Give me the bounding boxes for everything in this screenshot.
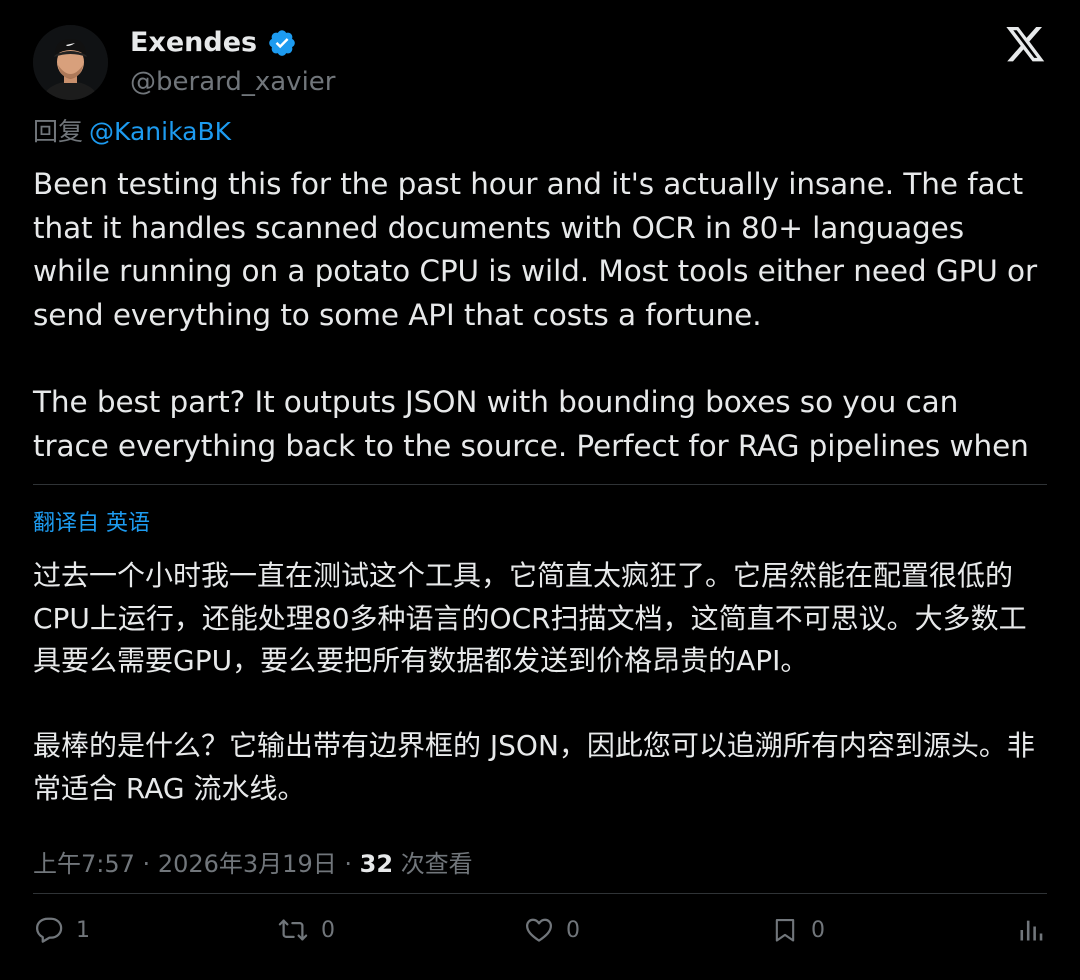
like-button[interactable]: 0	[524, 907, 580, 953]
translated-paragraph: 最棒的是什么？它输出带有边界框的 JSON，因此您可以追溯所有内容到源头。非常适…	[33, 729, 1035, 805]
repost-button[interactable]: 0	[277, 907, 335, 953]
divider	[33, 893, 1047, 894]
reply-icon	[34, 915, 64, 945]
tweet-paragraph: The best part? It outputs JSON with boun…	[33, 384, 1029, 463]
reply-button[interactable]: 1	[34, 907, 90, 953]
views-label: 次查看	[400, 850, 473, 878]
reply-mention-link[interactable]: @KanikaBK	[89, 117, 231, 146]
repost-icon	[277, 915, 309, 945]
analytics-button[interactable]	[1017, 907, 1045, 953]
like-count: 0	[566, 917, 580, 943]
tweet-text: Been testing this for the past hour and …	[33, 163, 1043, 468]
translated-paragraph: 过去一个小时我一直在测试这个工具，它简直太疯狂了。它居然能在配置很低的CPU上运…	[33, 559, 1027, 677]
display-name-text[interactable]: Exendes	[130, 27, 257, 58]
author-handle[interactable]: @berard_xavier	[130, 67, 335, 97]
repost-count: 0	[321, 917, 335, 943]
reply-count: 1	[76, 917, 90, 943]
author-name[interactable]: Exendes	[130, 27, 297, 58]
reply-context: 回复 @KanikaBK	[33, 112, 231, 148]
meta-separator: ·	[142, 850, 151, 878]
x-logo-icon[interactable]	[1006, 27, 1046, 63]
tweet-date[interactable]: 2026年3月19日	[158, 850, 337, 878]
avatar[interactable]	[33, 25, 108, 100]
bookmark-icon	[771, 915, 799, 945]
divider	[33, 484, 1047, 485]
analytics-icon	[1017, 915, 1045, 945]
tweet-paragraph: Been testing this for the past hour and …	[33, 167, 1038, 332]
tweet-meta: 上午7:57 · 2026年3月19日 · 32 次查看	[33, 844, 473, 879]
action-bar: 1 0 0 0	[0, 907, 1080, 953]
translation-label[interactable]: 翻译自 英语	[33, 505, 150, 537]
views-count: 32	[359, 850, 394, 878]
bookmark-button[interactable]: 0	[771, 907, 825, 953]
meta-separator: ·	[344, 850, 352, 878]
verified-badge-icon	[267, 28, 297, 58]
translated-text: 过去一个小时我一直在测试这个工具，它简直太疯狂了。它居然能在配置很低的CPU上运…	[33, 555, 1053, 810]
bookmark-count: 0	[811, 917, 825, 943]
profile-photo	[33, 25, 108, 100]
tweet-time[interactable]: 上午7:57	[33, 850, 135, 878]
heart-icon	[524, 915, 554, 945]
reply-prefix: 回复	[33, 117, 84, 146]
